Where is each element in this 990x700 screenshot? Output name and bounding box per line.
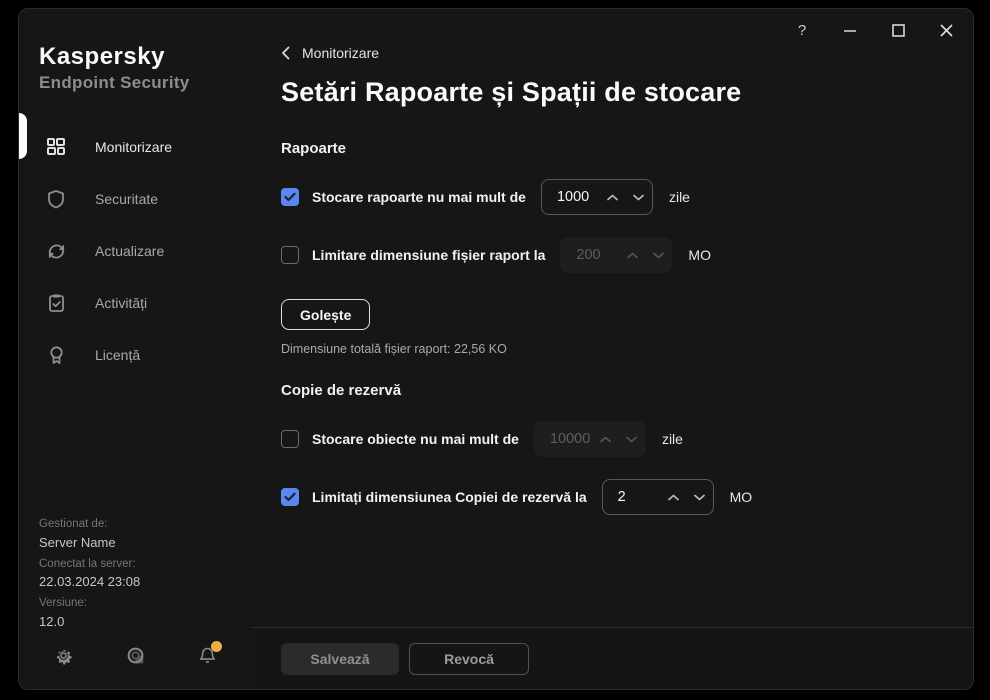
- sidebar-item-activitati[interactable]: Activități: [19, 277, 251, 329]
- window-controls: ?: [785, 15, 963, 45]
- app-window: ? Kaspersky Endpoint Security Monitoriza…: [18, 8, 974, 690]
- connected-value: 22.03.2024 23:08: [39, 574, 141, 589]
- chevron-left-icon: [281, 46, 290, 60]
- sidebar-item-label: Licență: [95, 347, 141, 363]
- close-icon: [939, 23, 953, 37]
- shield-icon: [45, 188, 67, 210]
- spinner-backup-days: 10000: [533, 421, 646, 457]
- setting-row-store-objects: Stocare obiecte nu mai mult de 10000 zil…: [281, 421, 943, 457]
- save-button[interactable]: Salvează: [281, 642, 399, 675]
- managed-by-label: Gestionat de:: [39, 518, 108, 530]
- breadcrumb-label: Monitorizare: [302, 45, 380, 61]
- sidebar-tools: [53, 641, 222, 667]
- spinner-up-button[interactable]: [600, 180, 626, 214]
- sidebar-item-label: Activități: [95, 295, 148, 311]
- spinner-up-button[interactable]: [661, 480, 687, 514]
- support-icon[interactable]: [125, 645, 147, 667]
- grid-icon: [45, 136, 67, 158]
- spinner-report-days: 1000: [540, 179, 653, 215]
- sidebar-nav: Monitorizare Securitate Actualizare Acti…: [19, 121, 251, 381]
- sidebar-item-label: Actualizare: [95, 243, 165, 259]
- unit-label: MO: [729, 489, 753, 505]
- spinner-down-button: [645, 238, 671, 272]
- close-button[interactable]: [929, 15, 963, 45]
- brand-name: Kaspersky: [39, 43, 165, 70]
- setting-row-limit-report-size: Limitare dimensiune fișier raport la 200…: [281, 237, 943, 273]
- spinner-value: 10000: [549, 431, 591, 447]
- spinner-report-size: 200: [560, 237, 673, 273]
- sidebar-item-actualizare[interactable]: Actualizare: [19, 225, 251, 277]
- clipboard-check-icon: [45, 292, 67, 314]
- page-title: Setări Rapoarte și Spații de stocare: [281, 77, 742, 107]
- gear-icon[interactable]: [53, 645, 75, 667]
- unit-label: zile: [668, 189, 690, 205]
- setting-label: Stocare rapoarte nu mai mult de: [312, 189, 526, 205]
- unit-label: MO: [688, 247, 711, 263]
- sidebar-item-securitate[interactable]: Securitate: [19, 173, 251, 225]
- version-label: Versiune:: [39, 597, 87, 609]
- minimize-icon: [844, 30, 856, 32]
- spinner-value[interactable]: 2: [603, 489, 661, 505]
- sidebar-item-licenta[interactable]: Licență: [19, 329, 251, 381]
- checkmark-icon: [284, 192, 296, 202]
- managed-by-value: Server Name: [39, 534, 116, 550]
- help-button[interactable]: ?: [785, 15, 819, 45]
- main-content: Monitorizare Setări Rapoarte și Spații d…: [251, 9, 973, 689]
- connected-label: Conectat la server:: [39, 557, 136, 570]
- maximize-button[interactable]: [881, 15, 915, 45]
- spinner-up-button: [593, 422, 619, 456]
- setting-label: Limitați dimensiunea Copiei de rezervă l…: [312, 489, 587, 505]
- checkbox-store-objects[interactable]: [281, 430, 299, 448]
- spinner-down-button[interactable]: [687, 480, 713, 514]
- spinner-backup-size: 2: [601, 479, 714, 515]
- cancel-button[interactable]: Revocă: [409, 642, 529, 675]
- spinner-down-button[interactable]: [626, 180, 652, 214]
- brand-product: Endpoint Security: [39, 73, 190, 92]
- unit-label: zile: [661, 431, 683, 447]
- notification-dot: [211, 641, 222, 652]
- section-heading-backup: Copie de rezervă: [281, 382, 402, 399]
- spinner-value[interactable]: 1000: [542, 189, 600, 205]
- setting-label: Limitare dimensiune fișier raport la: [312, 247, 546, 263]
- checkbox-store-reports[interactable]: [281, 188, 299, 206]
- active-nav-indicator: [19, 113, 27, 159]
- clear-button[interactable]: Golește: [281, 299, 371, 330]
- badge-icon: [45, 344, 67, 366]
- checkbox-limit-report-size[interactable]: [281, 246, 299, 264]
- bell-icon[interactable]: [197, 641, 222, 667]
- checkmark-icon: [284, 492, 296, 502]
- section-heading-reports: Rapoarte: [281, 140, 347, 157]
- maximize-icon: [891, 23, 905, 37]
- refresh-icon: [45, 240, 67, 262]
- setting-row-store-reports: Stocare rapoarte nu mai mult de 1000 zil…: [281, 179, 943, 215]
- spinner-up-button: [619, 238, 645, 272]
- sidebar-item-label: Monitorizare: [95, 139, 173, 155]
- setting-row-limit-backup-size: Limitați dimensiunea Copiei de rezervă l…: [281, 479, 943, 515]
- sidebar-item-monitorizare[interactable]: Monitorizare: [19, 121, 251, 173]
- brand: Kaspersky Endpoint Security: [19, 9, 251, 93]
- breadcrumb[interactable]: Monitorizare: [281, 45, 943, 61]
- sidebar-item-label: Securitate: [95, 191, 159, 207]
- minimize-button[interactable]: [833, 15, 867, 45]
- total-report-size: Dimensiune totală fișier raport: 22,56 K…: [281, 342, 507, 356]
- footer-bar: Salvează Revocă: [251, 627, 973, 689]
- server-info: Gestionat de: Server Name Conectat la se…: [39, 518, 141, 629]
- sidebar: Kaspersky Endpoint Security Monitorizare…: [19, 9, 251, 689]
- spinner-value: 200: [576, 247, 601, 263]
- version-value: 12.0: [39, 613, 65, 629]
- checkbox-limit-backup-size[interactable]: [281, 488, 299, 506]
- setting-label: Stocare obiecte nu mai mult de: [312, 431, 519, 447]
- spinner-down-button: [619, 422, 645, 456]
